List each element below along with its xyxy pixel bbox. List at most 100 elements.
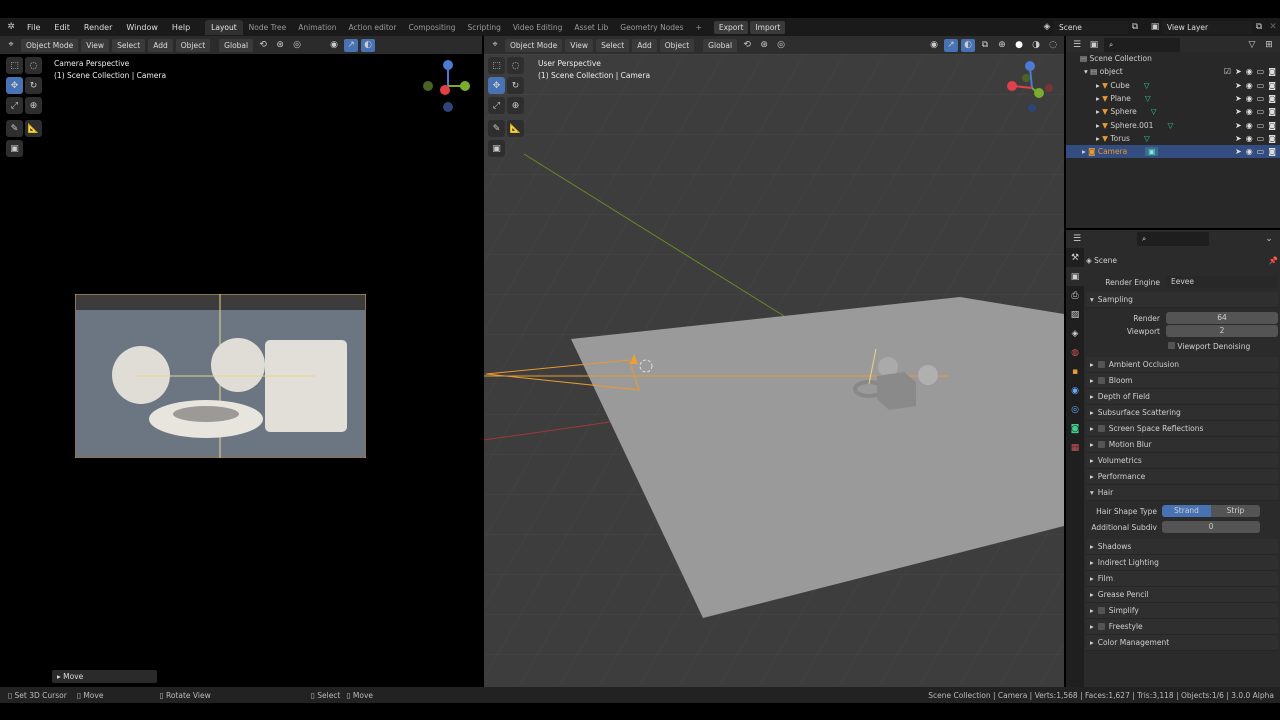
pivot-icon[interactable]: ⟲ <box>740 39 754 52</box>
editor-type-icon[interactable]: ⌖ <box>4 39 18 52</box>
scale-tool-icon[interactable]: ⤢ <box>488 97 505 114</box>
select-icon[interactable]: ➤ <box>1235 67 1242 76</box>
mesh-data-icon[interactable]: ▽ <box>1145 94 1151 103</box>
add-cube-tool-icon[interactable]: ▣ <box>6 140 23 157</box>
strand-option[interactable]: Strand <box>1162 505 1211 517</box>
chevron-down-icon[interactable]: ⌄ <box>1262 233 1276 246</box>
overlay-icon[interactable]: ◐ <box>961 38 975 52</box>
camera-data-icon[interactable]: ▣ <box>1145 147 1159 157</box>
camera-render-icon[interactable]: ◙ <box>1268 134 1276 143</box>
panel-header-simplify[interactable]: ▸ Simplify <box>1086 603 1278 619</box>
add-cube-tool-icon[interactable]: ▣ <box>488 140 505 157</box>
export-button[interactable]: Export <box>713 20 749 34</box>
eye-icon[interactable]: ◉ <box>1246 107 1253 116</box>
mesh-data-icon[interactable]: ▽ <box>1144 134 1150 143</box>
tab-animation[interactable]: Animation <box>292 20 342 35</box>
physics-tab-icon[interactable]: ◎ <box>1066 400 1084 419</box>
new-collection-icon[interactable]: ⊞ <box>1262 39 1276 52</box>
last-operator-panel[interactable]: ▸ Move <box>52 670 157 683</box>
menu-render[interactable]: Render <box>77 23 119 32</box>
object-tab-icon[interactable]: ▪ <box>1066 362 1084 381</box>
object-data-tab-icon[interactable]: ◙ <box>1066 419 1084 438</box>
select-tool-icon[interactable]: ⬚ <box>488 57 505 74</box>
cursor-tool-icon[interactable]: ◌ <box>507 57 524 74</box>
sampling-panel-header[interactable]: ▾ Sampling <box>1086 292 1278 308</box>
filter-icon[interactable]: ▽ <box>1245 39 1259 52</box>
constraints-tab-icon[interactable]: ◉ <box>1066 381 1084 400</box>
snap-icon[interactable]: ⊛ <box>757 39 771 52</box>
tab-node-tree[interactable]: Node Tree <box>243 20 293 35</box>
outliner-search[interactable]: ⌕ <box>1104 38 1180 52</box>
editor-type-icon[interactable]: ☰ <box>1070 39 1084 52</box>
object-menu[interactable]: Object <box>175 38 211 52</box>
gizmo-icon[interactable]: ↗ <box>344 38 359 52</box>
monitor-icon[interactable]: ▭ <box>1257 94 1265 103</box>
overlay-icon[interactable]: ◐ <box>361 38 376 52</box>
select-menu[interactable]: Select <box>596 38 630 52</box>
hair-panel-header[interactable]: ▾ Hair <box>1086 485 1278 501</box>
tab-geometry-nodes[interactable]: Geometry Nodes <box>614 20 689 35</box>
transform-tool-icon[interactable]: ⊕ <box>25 97 42 114</box>
rotate-tool-icon[interactable]: ↻ <box>507 77 524 94</box>
monitor-icon[interactable]: ▭ <box>1257 134 1265 143</box>
panel-enable-checkbox[interactable] <box>1097 361 1105 368</box>
orientation-dropdown[interactable]: Global <box>703 38 738 52</box>
strip-option[interactable]: Strip <box>1211 505 1260 517</box>
panel-header-volumetrics[interactable]: ▸ Volumetrics <box>1086 453 1278 469</box>
camera-render-icon[interactable]: ◙ <box>1268 81 1276 90</box>
wireframe-shading-icon[interactable]: ⊕ <box>995 39 1009 52</box>
camera-render-icon[interactable]: ◙ <box>1268 107 1276 116</box>
user-viewport[interactable]: ⌖ Object Mode View Select Add Object Glo… <box>484 36 1064 687</box>
material-shading-icon[interactable]: ◑ <box>1029 39 1043 52</box>
scene-icon[interactable]: ◈ <box>1040 21 1054 34</box>
panel-header-subsurface-scattering[interactable]: ▸ Subsurface Scattering <box>1086 405 1278 421</box>
select-icon[interactable]: ➤ <box>1235 121 1242 130</box>
panel-header-depth-of-field[interactable]: ▸ Depth of Field <box>1086 389 1278 405</box>
proportional-icon[interactable]: ◎ <box>774 39 788 52</box>
panel-header-color-management[interactable]: ▸ Color Management <box>1086 635 1278 651</box>
editor-type-icon[interactable]: ☰ <box>1070 233 1084 246</box>
texture-tab-icon[interactable]: ▦ <box>1066 438 1084 457</box>
camera-render-icon[interactable]: ◙ <box>1268 147 1276 156</box>
mode-dropdown[interactable]: Object Mode <box>21 38 79 52</box>
properties-search[interactable]: ⌕ <box>1137 232 1209 246</box>
world-tab-icon[interactable]: ◍ <box>1066 343 1084 362</box>
panel-enable-checkbox[interactable] <box>1097 607 1105 614</box>
object-menu[interactable]: Object <box>659 38 695 52</box>
eye-icon[interactable]: ◉ <box>1246 94 1253 103</box>
camera-viewport[interactable]: ⌖ Object Mode View Select Add Object Glo… <box>0 36 482 687</box>
panel-header-grease-pencil[interactable]: ▸ Grease Pencil <box>1086 587 1278 603</box>
annotate-tool-icon[interactable]: ✎ <box>488 120 505 137</box>
import-button[interactable]: Import <box>750 20 786 34</box>
pivot-icon[interactable]: ⟲ <box>256 39 270 52</box>
panel-enable-checkbox[interactable] <box>1097 441 1105 448</box>
outliner-row[interactable]: ▸ ▼ Cube ▽ ➤ ◉ ▭ ◙ <box>1066 79 1280 92</box>
camera-render-icon[interactable]: ◙ <box>1268 67 1276 76</box>
move-tool-icon[interactable]: ✥ <box>488 77 505 94</box>
scene-tab-icon[interactable]: ◈ <box>1066 324 1084 343</box>
eye-icon[interactable]: ◉ <box>1246 67 1253 76</box>
visibility-icon[interactable]: ◉ <box>327 39 341 52</box>
camera-render-icon[interactable]: ◙ <box>1268 121 1276 130</box>
gizmo-icon[interactable]: ↗ <box>944 38 958 52</box>
eye-icon[interactable]: ◉ <box>1246 134 1253 143</box>
tab-scripting[interactable]: Scripting <box>461 20 506 35</box>
view-layer-icon[interactable]: ▣ <box>1148 21 1162 34</box>
outliner-row-collection[interactable]: ▾ ▤ object ☑ ➤ ◉ ▭ ◙ <box>1066 65 1280 78</box>
mesh-data-icon[interactable]: ▽ <box>1151 107 1157 116</box>
panel-header-screen-space-reflections[interactable]: ▸ Screen Space Reflections <box>1086 421 1278 437</box>
menu-help[interactable]: Help <box>165 23 197 32</box>
copy-scene-icon[interactable]: ⧉ <box>1128 21 1142 34</box>
select-icon[interactable]: ➤ <box>1235 147 1242 156</box>
render-tab-icon[interactable]: ▣ <box>1066 267 1084 286</box>
monitor-icon[interactable]: ▭ <box>1257 121 1265 130</box>
scale-tool-icon[interactable]: ⤢ <box>6 97 23 114</box>
panel-header-shadows[interactable]: ▸ Shadows <box>1086 539 1278 555</box>
view-menu[interactable]: View <box>565 38 594 52</box>
view-menu[interactable]: View <box>81 38 110 52</box>
monitor-icon[interactable]: ▭ <box>1257 107 1265 116</box>
navigation-gizmo[interactable] <box>420 58 480 114</box>
view-layer-tab-icon[interactable]: ▨ <box>1066 305 1084 324</box>
outliner-row[interactable]: ▸ ▼ Torus ▽ ➤ ◉ ▭ ◙ <box>1066 132 1280 145</box>
outliner-row[interactable]: ▸ ▼ Sphere ▽ ➤ ◉ ▭ ◙ <box>1066 105 1280 118</box>
